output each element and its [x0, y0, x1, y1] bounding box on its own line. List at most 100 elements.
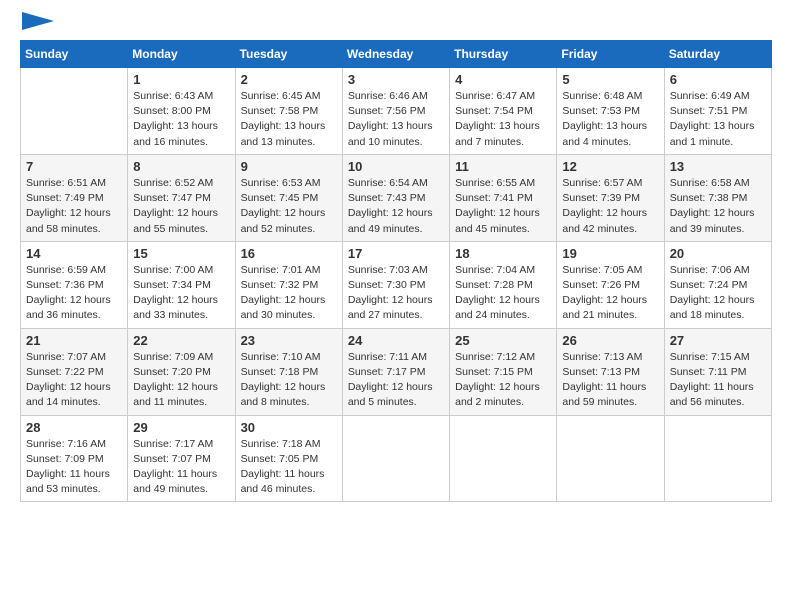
logo [20, 20, 54, 30]
day-header-saturday: Saturday [664, 41, 771, 68]
day-number: 30 [241, 420, 337, 435]
day-info: Sunrise: 6:51 AMSunset: 7:49 PMDaylight:… [26, 176, 122, 237]
calendar-cell: 11 Sunrise: 6:55 AMSunset: 7:41 PMDayligh… [450, 154, 557, 241]
day-info: Sunrise: 7:06 AMSunset: 7:24 PMDaylight:… [670, 263, 766, 324]
calendar-cell: 24 Sunrise: 7:11 AMSunset: 7:17 PMDayligh… [342, 328, 449, 415]
day-number: 10 [348, 159, 444, 174]
calendar-cell: 29 Sunrise: 7:17 AMSunset: 7:07 PMDayligh… [128, 415, 235, 502]
day-number: 29 [133, 420, 229, 435]
calendar-cell: 27 Sunrise: 7:15 AMSunset: 7:11 PMDayligh… [664, 328, 771, 415]
day-info: Sunrise: 7:15 AMSunset: 7:11 PMDaylight:… [670, 350, 766, 411]
calendar-cell: 26 Sunrise: 7:13 AMSunset: 7:13 PMDayligh… [557, 328, 664, 415]
calendar-cell: 7 Sunrise: 6:51 AMSunset: 7:49 PMDaylight… [21, 154, 128, 241]
day-number: 3 [348, 72, 444, 87]
calendar-cell: 14 Sunrise: 6:59 AMSunset: 7:36 PMDayligh… [21, 241, 128, 328]
day-number: 2 [241, 72, 337, 87]
logo-arrow-icon [22, 12, 54, 30]
calendar-cell [557, 415, 664, 502]
day-number: 8 [133, 159, 229, 174]
day-header-sunday: Sunday [21, 41, 128, 68]
day-info: Sunrise: 6:54 AMSunset: 7:43 PMDaylight:… [348, 176, 444, 237]
calendar-cell: 19 Sunrise: 7:05 AMSunset: 7:26 PMDayligh… [557, 241, 664, 328]
day-header-wednesday: Wednesday [342, 41, 449, 68]
day-info: Sunrise: 6:45 AMSunset: 7:58 PMDaylight:… [241, 89, 337, 150]
calendar-cell: 17 Sunrise: 7:03 AMSunset: 7:30 PMDayligh… [342, 241, 449, 328]
calendar-cell: 15Sunrise: 7:00 AMSunset: 7:34 PMDayligh… [128, 241, 235, 328]
day-number: 13 [670, 159, 766, 174]
day-number: 27 [670, 333, 766, 348]
day-number: 17 [348, 246, 444, 261]
calendar-cell: 23Sunrise: 7:10 AMSunset: 7:18 PMDayligh… [235, 328, 342, 415]
calendar-cell: 18 Sunrise: 7:04 AMSunset: 7:28 PMDayligh… [450, 241, 557, 328]
calendar-cell: 9 Sunrise: 6:53 AMSunset: 7:45 PMDaylight… [235, 154, 342, 241]
day-number: 12 [562, 159, 658, 174]
day-number: 7 [26, 159, 122, 174]
day-info: Sunrise: 7:01 AMSunset: 7:32 PMDaylight:… [241, 263, 337, 324]
day-info: Sunrise: 7:17 AMSunset: 7:07 PMDaylight:… [133, 437, 229, 498]
calendar-cell: 3 Sunrise: 6:46 AMSunset: 7:56 PMDaylight… [342, 68, 449, 155]
calendar-cell: 2 Sunrise: 6:45 AMSunset: 7:58 PMDaylight… [235, 68, 342, 155]
day-number: 23 [241, 333, 337, 348]
day-number: 15 [133, 246, 229, 261]
day-number: 21 [26, 333, 122, 348]
day-info: Sunrise: 7:16 AMSunset: 7:09 PMDaylight:… [26, 437, 122, 498]
day-number: 14 [26, 246, 122, 261]
day-number: 9 [241, 159, 337, 174]
day-number: 20 [670, 246, 766, 261]
day-header-friday: Friday [557, 41, 664, 68]
calendar-cell [664, 415, 771, 502]
week-row-4: 21 Sunrise: 7:07 AMSunset: 7:22 PMDayligh… [21, 328, 772, 415]
day-info: Sunrise: 7:18 AMSunset: 7:05 PMDaylight:… [241, 437, 337, 498]
page-header [20, 20, 772, 30]
day-info: Sunrise: 6:57 AMSunset: 7:39 PMDaylight:… [562, 176, 658, 237]
day-info: Sunrise: 6:55 AMSunset: 7:41 PMDaylight:… [455, 176, 551, 237]
calendar-cell: 1Sunrise: 6:43 AMSunset: 8:00 PMDaylight… [128, 68, 235, 155]
calendar-cell: 22Sunrise: 7:09 AMSunset: 7:20 PMDayligh… [128, 328, 235, 415]
calendar-cell [450, 415, 557, 502]
day-header-thursday: Thursday [450, 41, 557, 68]
day-info: Sunrise: 6:43 AMSunset: 8:00 PMDaylight:… [133, 89, 229, 150]
calendar-cell: 6Sunrise: 6:49 AMSunset: 7:51 PMDaylight… [664, 68, 771, 155]
day-number: 19 [562, 246, 658, 261]
day-info: Sunrise: 7:05 AMSunset: 7:26 PMDaylight:… [562, 263, 658, 324]
day-info: Sunrise: 6:48 AMSunset: 7:53 PMDaylight:… [562, 89, 658, 150]
calendar-cell: 20 Sunrise: 7:06 AMSunset: 7:24 PMDayligh… [664, 241, 771, 328]
day-info: Sunrise: 7:07 AMSunset: 7:22 PMDaylight:… [26, 350, 122, 411]
day-header-tuesday: Tuesday [235, 41, 342, 68]
day-number: 18 [455, 246, 551, 261]
day-info: Sunrise: 7:09 AMSunset: 7:20 PMDaylight:… [133, 350, 229, 411]
week-row-3: 14 Sunrise: 6:59 AMSunset: 7:36 PMDayligh… [21, 241, 772, 328]
day-number: 26 [562, 333, 658, 348]
day-info: Sunrise: 6:52 AMSunset: 7:47 PMDaylight:… [133, 176, 229, 237]
calendar-cell: 13Sunrise: 6:58 AMSunset: 7:38 PMDayligh… [664, 154, 771, 241]
day-info: Sunrise: 7:03 AMSunset: 7:30 PMDaylight:… [348, 263, 444, 324]
calendar-cell [342, 415, 449, 502]
calendar-cell: 16 Sunrise: 7:01 AMSunset: 7:32 PMDayligh… [235, 241, 342, 328]
calendar-cell: 21 Sunrise: 7:07 AMSunset: 7:22 PMDayligh… [21, 328, 128, 415]
day-info: Sunrise: 7:13 AMSunset: 7:13 PMDaylight:… [562, 350, 658, 411]
day-info: Sunrise: 6:46 AMSunset: 7:56 PMDaylight:… [348, 89, 444, 150]
calendar-cell: 28Sunrise: 7:16 AMSunset: 7:09 PMDayligh… [21, 415, 128, 502]
calendar-table: SundayMondayTuesdayWednesdayThursdayFrid… [20, 40, 772, 502]
day-header-monday: Monday [128, 41, 235, 68]
day-number: 5 [562, 72, 658, 87]
day-info: Sunrise: 7:12 AMSunset: 7:15 PMDaylight:… [455, 350, 551, 411]
week-row-5: 28Sunrise: 7:16 AMSunset: 7:09 PMDayligh… [21, 415, 772, 502]
calendar-cell: 8 Sunrise: 6:52 AMSunset: 7:47 PMDaylight… [128, 154, 235, 241]
day-number: 24 [348, 333, 444, 348]
calendar-cell: 5 Sunrise: 6:48 AMSunset: 7:53 PMDaylight… [557, 68, 664, 155]
calendar-cell: 30 Sunrise: 7:18 AMSunset: 7:05 PMDayligh… [235, 415, 342, 502]
calendar-cell [21, 68, 128, 155]
day-number: 16 [241, 246, 337, 261]
day-info: Sunrise: 6:53 AMSunset: 7:45 PMDaylight:… [241, 176, 337, 237]
day-number: 11 [455, 159, 551, 174]
calendar-cell: 25Sunrise: 7:12 AMSunset: 7:15 PMDayligh… [450, 328, 557, 415]
day-info: Sunrise: 7:11 AMSunset: 7:17 PMDaylight:… [348, 350, 444, 411]
calendar-cell: 10 Sunrise: 6:54 AMSunset: 7:43 PMDayligh… [342, 154, 449, 241]
calendar-cell: 12 Sunrise: 6:57 AMSunset: 7:39 PMDayligh… [557, 154, 664, 241]
day-info: Sunrise: 6:47 AMSunset: 7:54 PMDaylight:… [455, 89, 551, 150]
day-info: Sunrise: 6:59 AMSunset: 7:36 PMDaylight:… [26, 263, 122, 324]
week-row-1: 1Sunrise: 6:43 AMSunset: 8:00 PMDaylight… [21, 68, 772, 155]
day-number: 4 [455, 72, 551, 87]
day-info: Sunrise: 7:04 AMSunset: 7:28 PMDaylight:… [455, 263, 551, 324]
